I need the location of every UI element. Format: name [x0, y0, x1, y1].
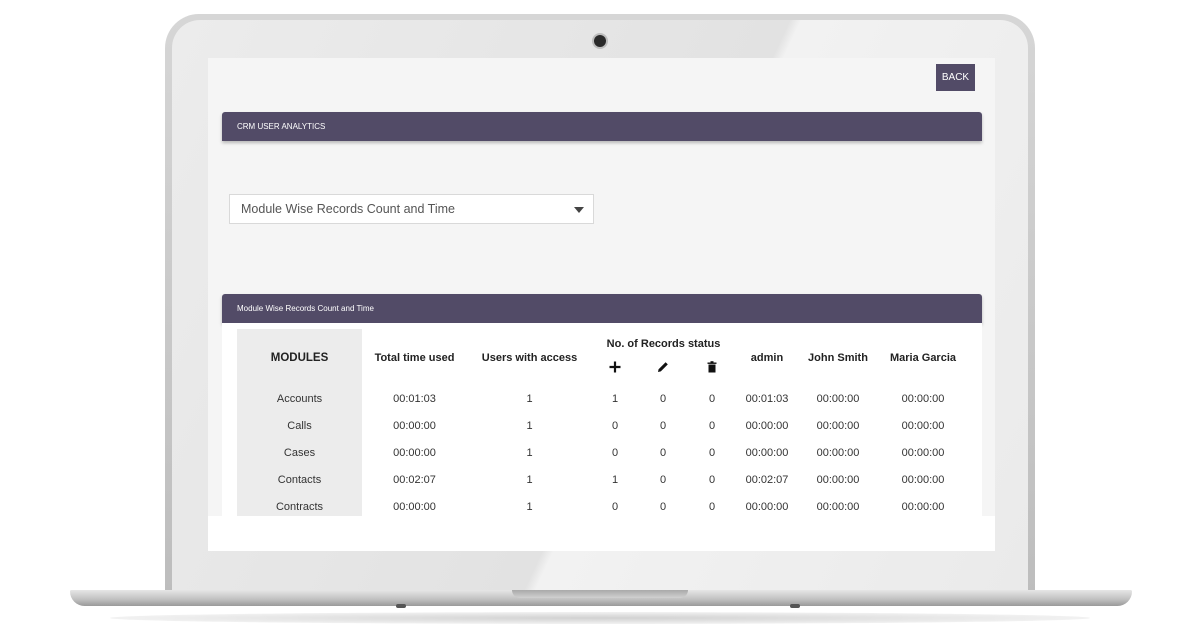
records-panel-title: Module Wise Records Count and Time	[237, 304, 374, 313]
cell-created: 0	[611, 420, 619, 432]
cell-users: 1	[526, 501, 533, 513]
cell-module: Accounts	[276, 393, 323, 405]
cell-total-time: 00:00:00	[393, 501, 436, 513]
header-total-time: Total time used	[374, 352, 455, 364]
header-maria-garcia: Maria Garcia	[889, 352, 957, 364]
cell-total-time: 00:00:00	[393, 420, 436, 432]
pencil-icon	[658, 362, 668, 372]
cell-users: 1	[526, 474, 533, 486]
report-select[interactable]: Module Wise Records Count and Time	[229, 194, 594, 224]
screen: BACK CRM USER ANALYTICS Module Wise Reco…	[208, 58, 995, 551]
cell-created: 0	[611, 501, 619, 513]
cell-deleted: 0	[708, 501, 716, 513]
cell-maria: 00:00:00	[901, 420, 945, 432]
screen-bottom-strip	[208, 516, 995, 551]
back-button[interactable]: BACK	[936, 64, 975, 91]
header-records-status: No. of Records status	[606, 338, 721, 350]
cell-deleted: 0	[708, 474, 716, 486]
trash-icon	[707, 361, 717, 373]
cell-total-time: 00:00:00	[393, 447, 436, 459]
cell-total-time: 00:01:03	[393, 393, 436, 405]
cell-admin: 00:00:00	[745, 501, 789, 513]
cell-admin: 00:00:00	[745, 420, 789, 432]
cell-created: 1	[611, 393, 619, 405]
header-users-access: Users with access	[481, 352, 578, 364]
report-select-value: Module Wise Records Count and Time	[241, 202, 455, 216]
cell-deleted: 0	[708, 420, 716, 432]
cell-maria: 00:00:00	[901, 393, 945, 405]
records-table: MODULES Total time used Users with acces…	[222, 323, 982, 516]
header-john-smith: John Smith	[808, 352, 868, 364]
cell-created: 1	[611, 474, 619, 486]
cell-maria: 00:00:00	[901, 447, 945, 459]
cell-users: 1	[526, 393, 533, 405]
cell-module: Cases	[283, 447, 316, 459]
laptop-notch	[512, 590, 688, 598]
cell-users: 1	[526, 420, 533, 432]
cell-created: 0	[611, 447, 619, 459]
cell-admin: 00:00:00	[745, 447, 789, 459]
cell-edited: 0	[659, 393, 667, 405]
cell-maria: 00:00:00	[901, 474, 945, 486]
cell-module: Calls	[287, 420, 312, 432]
cell-edited: 0	[659, 447, 667, 459]
cell-total-time: 00:02:07	[393, 474, 436, 486]
cell-module: Contracts	[275, 501, 324, 513]
laptop-shadow	[110, 612, 1090, 624]
plus-icon	[609, 361, 621, 373]
cell-deleted: 0	[708, 393, 716, 405]
header-admin: admin	[750, 352, 784, 364]
laptop-foot-left	[396, 604, 406, 608]
cell-edited: 0	[659, 474, 667, 486]
webcam	[594, 35, 606, 47]
analytics-panel-title: CRM USER ANALYTICS	[237, 122, 326, 131]
cell-edited: 0	[659, 420, 667, 432]
cell-john: 00:00:00	[816, 420, 860, 432]
records-panel-header: Module Wise Records Count and Time	[222, 294, 982, 323]
cell-users: 1	[526, 447, 533, 459]
cell-john: 00:00:00	[816, 501, 860, 513]
cell-maria: 00:00:00	[901, 501, 945, 513]
cell-module: Contacts	[277, 474, 322, 486]
cell-admin: 00:02:07	[745, 474, 789, 486]
cell-deleted: 0	[708, 447, 716, 459]
cell-admin: 00:01:03	[745, 393, 789, 405]
cell-john: 00:00:00	[816, 474, 860, 486]
cell-john: 00:00:00	[816, 447, 860, 459]
header-modules: MODULES	[270, 352, 329, 364]
cell-edited: 0	[659, 501, 667, 513]
laptop-foot-right	[790, 604, 800, 608]
chevron-down-icon	[574, 207, 584, 213]
analytics-panel-header: CRM USER ANALYTICS	[222, 112, 982, 141]
cell-john: 00:00:00	[816, 393, 860, 405]
